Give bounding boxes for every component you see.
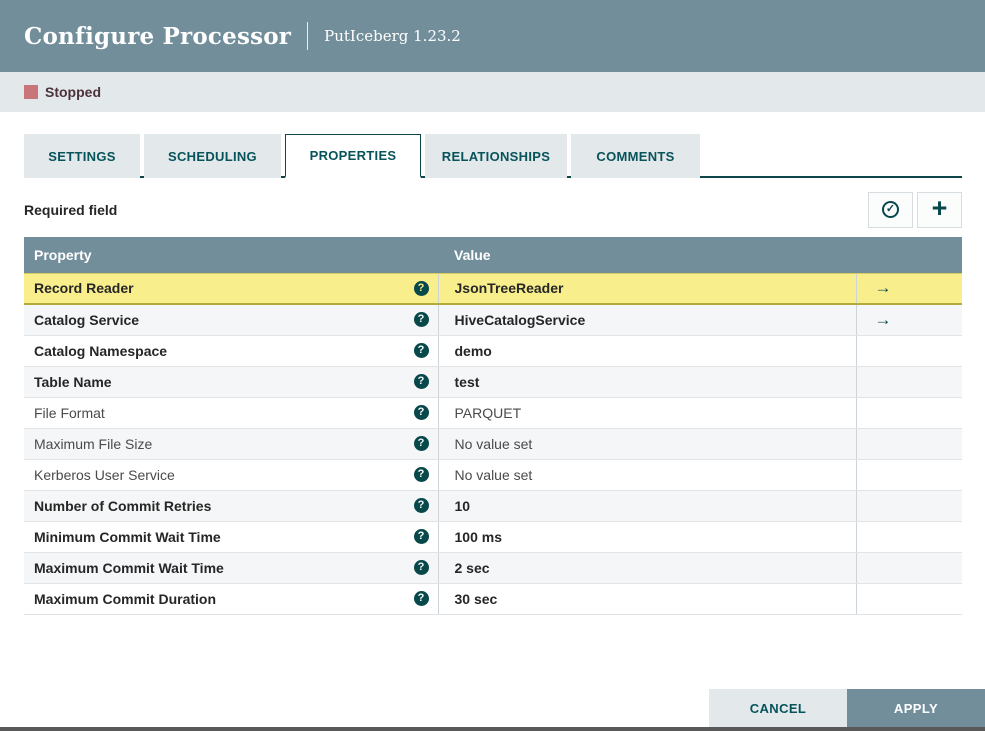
property-value-cell[interactable]: JsonTreeReader [437, 272, 856, 305]
tab-properties[interactable]: PROPERTIES [285, 134, 421, 178]
tab-relationships[interactable]: RELATIONSHIPS [425, 134, 567, 178]
help-icon[interactable]: ? [413, 560, 429, 575]
stopped-status-icon [24, 85, 38, 99]
property-row: Minimum Commit Wait Time? 100 ms [24, 521, 962, 553]
property-name-cell: Minimum Commit Wait Time? [24, 521, 438, 553]
apply-button[interactable]: APPLY [847, 689, 985, 727]
property-name-cell: Kerberos User Service? [24, 459, 438, 491]
properties-table: Property Value Record Reader? JsonTreeRea… [24, 237, 962, 615]
property-name-cell: Table Name? [24, 366, 438, 398]
required-field-label: Required field [24, 201, 118, 218]
property-value-cell[interactable]: HiveCatalogService [437, 304, 856, 336]
property-name-cell: Maximum Commit Wait Time? [24, 552, 438, 584]
processor-name-version: PutIceberg 1.23.2 [324, 27, 461, 45]
property-row: Maximum Commit Wait Time? 2 sec [24, 552, 962, 584]
verify-properties-button[interactable]: ✓ [868, 191, 913, 228]
property-row: Record Reader? JsonTreeReader → [24, 272, 962, 305]
add-property-button[interactable]: + [917, 191, 962, 228]
property-name: Table Name [34, 373, 112, 390]
properties-table-body: Record Reader? JsonTreeReader → Catalog Ser… [24, 272, 962, 615]
status-bar: Stopped [0, 72, 985, 112]
title-divider [307, 22, 309, 50]
property-value-cell[interactable]: No value set [437, 459, 856, 491]
tab-bar: SETTINGS SCHEDULING PROPERTIES RELATIONSHIP… [24, 134, 962, 178]
property-value-cell[interactable]: PARQUET [437, 397, 856, 429]
dialog-footer: CANCEL APPLY [0, 689, 985, 727]
property-action-cell: → [855, 304, 962, 336]
property-name-cell: Catalog Service? [24, 304, 438, 336]
property-name: Number of Commit Retries [34, 497, 212, 514]
dialog-body: SETTINGS SCHEDULING PROPERTIES RELATIONSHIP… [0, 112, 985, 615]
property-action-cell [855, 521, 962, 553]
property-name: Kerberos User Service [34, 466, 175, 483]
property-row: Table Name? test [24, 366, 962, 398]
goto-service-arrow-icon[interactable]: → [875, 278, 892, 297]
property-row: Kerberos User Service? No value set [24, 459, 962, 491]
property-name-cell: Maximum Commit Duration? [24, 583, 438, 615]
property-row: Maximum File Size? No value set [24, 428, 962, 460]
goto-service-arrow-icon[interactable]: → [875, 310, 892, 329]
dialog-title: Configure Processor [24, 22, 292, 50]
property-name: File Format [34, 404, 105, 421]
help-icon[interactable]: ? [413, 529, 429, 544]
property-value-cell[interactable]: 2 sec [437, 552, 856, 584]
property-action-cell [855, 583, 962, 615]
property-action-cell [855, 397, 962, 429]
property-value-cell[interactable]: demo [437, 335, 856, 367]
help-icon[interactable]: ? [413, 312, 429, 328]
property-action-cell [855, 366, 962, 398]
property-name-cell: Catalog Namespace? [24, 335, 438, 367]
property-action-cell: → [855, 272, 962, 305]
dialog-bottom-edge [0, 727, 985, 731]
dialog-header: Configure Processor PutIceberg 1.23.2 [0, 0, 985, 72]
property-row: Catalog Service? HiveCatalogService → [24, 304, 962, 336]
configure-processor-dialog: Configure Processor PutIceberg 1.23.2 St… [0, 0, 985, 731]
tab-scheduling[interactable]: SCHEDULING [144, 134, 281, 178]
help-icon[interactable]: ? [413, 436, 429, 451]
help-icon[interactable]: ? [413, 467, 429, 482]
property-name: Maximum Commit Duration [34, 590, 217, 607]
column-header-property: Property [24, 237, 438, 273]
property-name: Maximum Commit Wait Time [34, 559, 224, 576]
property-row: Catalog Namespace? demo [24, 335, 962, 367]
help-icon[interactable]: ? [413, 280, 429, 296]
property-name-cell: Maximum File Size? [24, 428, 438, 460]
property-action-cell [855, 552, 962, 584]
property-action-cell [855, 335, 962, 367]
property-action-cell [855, 490, 962, 522]
property-row: Maximum Commit Duration? 30 sec [24, 583, 962, 615]
property-row: File Format? PARQUET [24, 397, 962, 429]
column-header-actions [856, 237, 962, 273]
properties-toolbar: Required field ✓ + [24, 191, 962, 228]
property-name-cell: File Format? [24, 397, 438, 429]
property-name: Maximum File Size [34, 435, 153, 452]
help-icon[interactable]: ? [413, 374, 429, 389]
status-label: Stopped [45, 84, 101, 100]
help-icon[interactable]: ? [413, 405, 429, 420]
property-name-cell: Number of Commit Retries? [24, 490, 438, 522]
property-action-cell [855, 459, 962, 491]
property-name: Minimum Commit Wait Time [34, 528, 221, 545]
help-icon[interactable]: ? [413, 591, 429, 606]
cancel-button[interactable]: CANCEL [709, 689, 847, 727]
property-value-cell[interactable]: test [437, 366, 856, 398]
property-action-cell [855, 428, 962, 460]
plus-icon: + [931, 192, 948, 223]
property-value-cell[interactable]: 100 ms [437, 521, 856, 553]
property-name: Catalog Service [34, 311, 140, 328]
column-header-value: Value [438, 237, 856, 273]
check-circle-icon: ✓ [882, 201, 899, 218]
table-header-row: Property Value [24, 237, 962, 273]
help-icon[interactable]: ? [413, 343, 429, 358]
property-name: Catalog Namespace [34, 342, 168, 359]
property-value-cell[interactable]: 10 [437, 490, 856, 522]
tab-settings[interactable]: SETTINGS [24, 134, 140, 178]
property-value-cell[interactable]: No value set [437, 428, 856, 460]
property-row: Number of Commit Retries? 10 [24, 490, 962, 522]
property-name-cell: Record Reader? [24, 272, 438, 305]
property-value-cell[interactable]: 30 sec [437, 583, 856, 615]
property-name: Record Reader [34, 280, 134, 297]
help-icon[interactable]: ? [413, 498, 429, 513]
tab-comments[interactable]: COMMENTS [571, 134, 700, 178]
